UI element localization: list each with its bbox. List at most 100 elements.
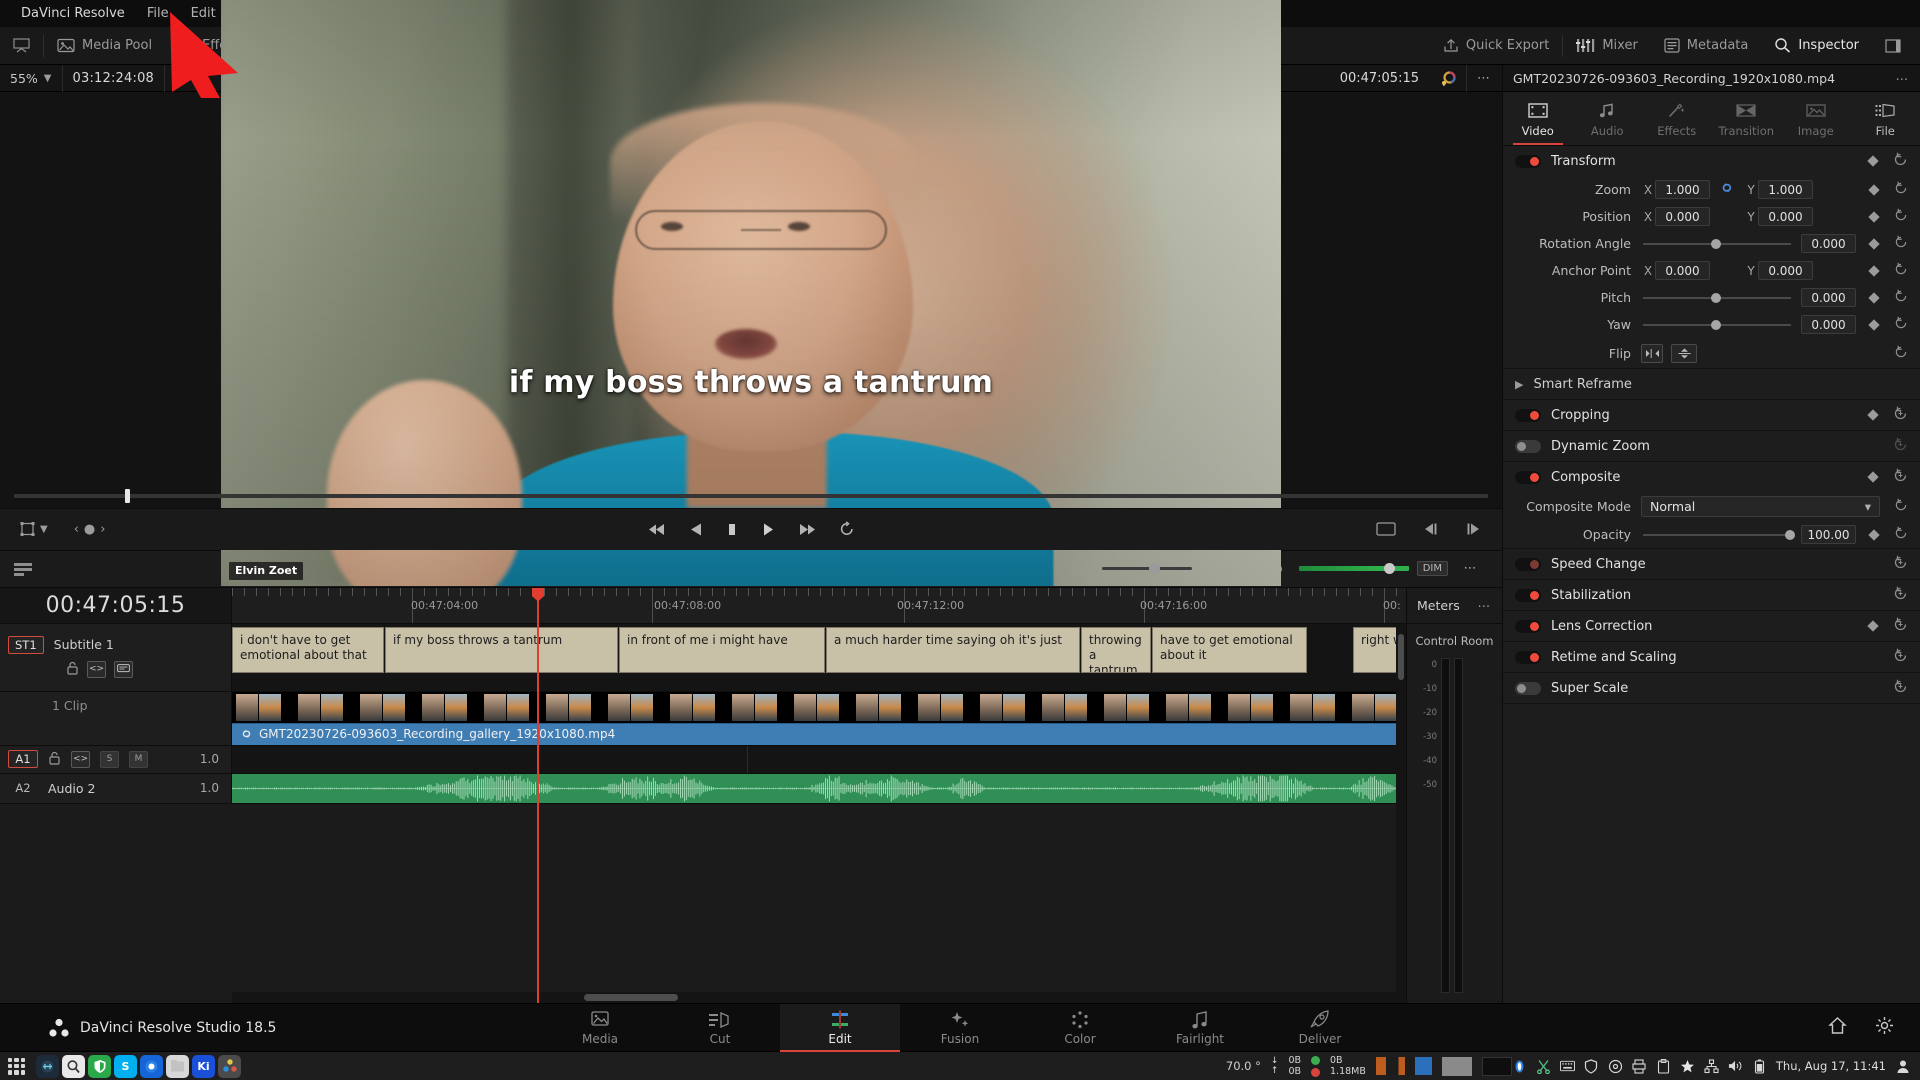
anchor-x-input[interactable]: 0.000 bbox=[1655, 261, 1710, 280]
opacity-keyframe-button[interactable] bbox=[1868, 528, 1880, 541]
subtitle-caption-style-button[interactable] bbox=[114, 660, 133, 678]
menu-davinci-resolve[interactable]: DaVinci Resolve bbox=[10, 0, 136, 27]
ki-icon[interactable]: Ki bbox=[192, 1054, 215, 1078]
volume-slider-knob[interactable] bbox=[1383, 563, 1395, 574]
subtitle-clip[interactable]: throwing a tantrum i don't bbox=[1081, 626, 1151, 673]
rotation-keyframe-button[interactable] bbox=[1868, 237, 1880, 250]
jump-to-end-button[interactable] bbox=[797, 522, 817, 537]
zoom-y-input[interactable]: 1.000 bbox=[1758, 180, 1813, 199]
position-y-input[interactable]: 0.000 bbox=[1758, 207, 1813, 226]
opacity-reset-button[interactable] bbox=[1894, 525, 1908, 544]
dim-button[interactable]: DIM bbox=[1416, 561, 1448, 576]
blue-circle-icon[interactable] bbox=[140, 1054, 163, 1078]
track-header-audio2[interactable]: A2 Audio 2 1.0 bbox=[0, 773, 232, 803]
menu-edit[interactable]: Edit bbox=[180, 0, 227, 27]
star-icon[interactable] bbox=[1680, 1059, 1695, 1074]
play-button[interactable] bbox=[761, 522, 775, 537]
clipboard-icon[interactable] bbox=[1656, 1058, 1671, 1074]
dynamic-zoom-toggle[interactable] bbox=[1515, 439, 1541, 453]
subtitle-track-badge[interactable]: ST1 bbox=[8, 635, 44, 654]
audio2-track-badge[interactable]: A2 bbox=[8, 779, 38, 797]
subtitle-clip[interactable]: in front of me i might have bbox=[619, 626, 825, 673]
metadata-button[interactable]: Metadata bbox=[1651, 27, 1762, 65]
audio1-mute-button[interactable]: M bbox=[129, 750, 148, 768]
subtitle-auto-caption-button[interactable]: <> bbox=[87, 660, 106, 678]
volume-icon[interactable] bbox=[1728, 1059, 1743, 1074]
skype-icon[interactable]: S bbox=[114, 1054, 137, 1078]
inspector-options-button[interactable]: ⋯ bbox=[1896, 71, 1911, 86]
anchor-keyframe-button[interactable] bbox=[1868, 264, 1880, 277]
battery-icon[interactable] bbox=[1752, 1059, 1767, 1074]
cropping-toggle[interactable] bbox=[1515, 408, 1541, 422]
pitch-reset-button[interactable] bbox=[1894, 288, 1908, 307]
play-reverse-button[interactable] bbox=[689, 522, 703, 537]
flip-horizontal-button[interactable] bbox=[1641, 343, 1663, 363]
super-scale-toggle[interactable] bbox=[1515, 681, 1541, 695]
loop-button[interactable] bbox=[839, 521, 855, 537]
tab-video[interactable]: Video bbox=[1503, 92, 1573, 145]
yaw-reset-button[interactable] bbox=[1894, 315, 1908, 334]
search-icon[interactable] bbox=[62, 1054, 85, 1078]
color-swatch-gray[interactable] bbox=[1441, 1056, 1472, 1076]
pitch-slider[interactable] bbox=[1643, 292, 1791, 303]
inspector-button[interactable]: Inspector bbox=[1761, 27, 1872, 65]
app-launcher-icon[interactable] bbox=[8, 1057, 25, 1075]
stabilization-reset-button[interactable] bbox=[1893, 586, 1908, 605]
network-tree-icon[interactable] bbox=[1704, 1058, 1719, 1074]
page-media[interactable]: Media bbox=[540, 1004, 660, 1052]
timeline-zoom-slider[interactable] bbox=[1102, 563, 1192, 574]
rotation-input[interactable]: 0.000 bbox=[1801, 234, 1856, 253]
lens-correction-reset-button[interactable] bbox=[1893, 617, 1908, 636]
video-track-body[interactable]: GMT20230726-093603_Recording_gallery_192… bbox=[232, 691, 1406, 745]
resolve-icon[interactable] bbox=[218, 1054, 241, 1078]
timeline-options-button[interactable]: ⋯ bbox=[1456, 554, 1486, 584]
system-clock[interactable]: Thu, Aug 17, 11:41 bbox=[1776, 1059, 1886, 1073]
tab-audio[interactable]: Audio bbox=[1573, 92, 1643, 145]
user-account-icon[interactable] bbox=[1895, 1059, 1910, 1074]
audio2-gain-value[interactable]: 1.0 bbox=[200, 781, 231, 795]
track-header-audio1[interactable]: A1 <> S M 1.0 bbox=[0, 745, 232, 773]
printer-icon[interactable] bbox=[1632, 1058, 1647, 1074]
stop-button[interactable] bbox=[725, 522, 739, 537]
opacity-input[interactable]: 100.00 bbox=[1801, 525, 1856, 544]
subtitle-track-body[interactable]: i don't have to get emotional about that… bbox=[232, 623, 1406, 691]
quick-export-button[interactable]: Quick Export bbox=[1430, 27, 1562, 65]
timeline-vertical-scrollbar[interactable] bbox=[1396, 623, 1406, 992]
pitch-keyframe-button[interactable] bbox=[1868, 291, 1880, 304]
anchor-y-input[interactable]: 0.000 bbox=[1758, 261, 1813, 280]
transform-reset-button[interactable] bbox=[1893, 152, 1908, 171]
anchor-reset-button[interactable] bbox=[1894, 261, 1908, 280]
track-header-subtitle[interactable]: ST1 Subtitle 1 <> bbox=[0, 623, 232, 691]
dynamic-zoom-header[interactable]: Dynamic Zoom bbox=[1503, 431, 1920, 461]
audio1-track-badge[interactable]: A1 bbox=[8, 750, 38, 768]
timeline-horizontal-scrollbar[interactable] bbox=[232, 992, 1406, 1003]
retime-scaling-header[interactable]: Retime and Scaling bbox=[1503, 642, 1920, 672]
scissors-icon[interactable] bbox=[1536, 1059, 1551, 1074]
zoom-slider-knob[interactable] bbox=[1148, 563, 1160, 574]
subtitle-clip[interactable]: i don't have to get emotional about that bbox=[232, 626, 384, 673]
flip-vertical-button[interactable] bbox=[1671, 343, 1697, 363]
audio1-track-body[interactable] bbox=[232, 745, 1406, 773]
speed-change-reset-button[interactable] bbox=[1893, 555, 1908, 574]
tab-effects[interactable]: Effects bbox=[1642, 92, 1712, 145]
hscroll-thumb[interactable] bbox=[584, 994, 679, 1001]
video-clip[interactable]: GMT20230726-093603_Recording_gallery_192… bbox=[232, 691, 1400, 745]
shield-icon[interactable] bbox=[88, 1054, 111, 1078]
rotation-slider[interactable] bbox=[1643, 238, 1791, 249]
speed-change-header[interactable]: Speed Change bbox=[1503, 549, 1920, 579]
composite-keyframe-button[interactable] bbox=[1867, 471, 1879, 483]
expand-panel-button[interactable] bbox=[1872, 27, 1914, 65]
retime-scaling-toggle[interactable] bbox=[1515, 650, 1541, 664]
cropping-reset-button[interactable] bbox=[1893, 406, 1908, 425]
page-deliver[interactable]: Deliver bbox=[1260, 1004, 1380, 1052]
page-color[interactable]: Color bbox=[1020, 1004, 1140, 1052]
yaw-input[interactable]: 0.000 bbox=[1801, 315, 1856, 334]
meters-options-button[interactable]: ⋯ bbox=[1478, 598, 1493, 613]
rotation-reset-button[interactable] bbox=[1894, 234, 1908, 253]
zoom-keyframe-button[interactable] bbox=[1868, 183, 1880, 196]
section-smart-reframe[interactable]: ▶ Smart Reframe bbox=[1503, 369, 1920, 400]
keyboard-icon[interactable] bbox=[1559, 1059, 1575, 1074]
pitch-input[interactable]: 0.000 bbox=[1801, 288, 1856, 307]
indicator-blue-icon[interactable] bbox=[1512, 1059, 1527, 1074]
tab-transition[interactable]: Transition bbox=[1712, 92, 1782, 145]
